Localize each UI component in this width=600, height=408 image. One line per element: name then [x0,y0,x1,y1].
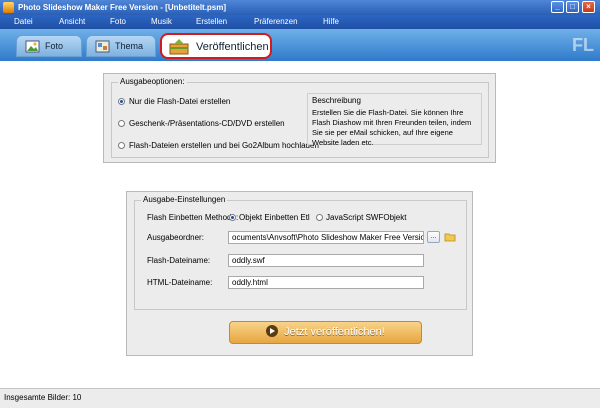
output-options-legend: Ausgabeoptionen: [118,77,187,86]
tab-strip: Foto Thema Veröffentlichen FL [0,29,600,61]
close-button[interactable]: × [582,1,595,13]
embed-swfobject-radio[interactable] [316,214,323,221]
title-bar: Photo Slideshow Maker Free Version - [Un… [0,0,600,15]
tab-foto[interactable]: Foto [16,35,82,57]
tab-label: Veröffentlichen [196,41,269,53]
total-images-status: Insgesamte Bilder: 10 [4,393,82,402]
description-box: Beschreibung Erstellen Sie die Flash-Dat… [307,93,482,147]
html-filename-input[interactable]: oddly.html [228,276,424,289]
photo-icon [25,40,40,53]
menu-praeferenzen[interactable]: Präferenzen [254,17,298,26]
flash-filename-label: Flash-Dateiname: [147,256,211,265]
embed-swfobject-label[interactable]: JavaScript SWFObjekt [326,213,406,222]
output-settings-group: Ausgabe-Einstellungen Flash Einbetten Me… [134,195,467,310]
menu-bar: Datei Ansicht Foto Musik Erstellen Präfe… [0,15,600,29]
menu-datei[interactable]: Datei [14,17,33,26]
html-filename-label: HTML-Dateiname: [147,278,213,287]
option-flash-only-label[interactable]: Nur die Flash-Datei erstellen [129,97,230,106]
embed-method-label: Flash Einbetten Methode: [147,213,239,222]
theme-icon [95,40,110,53]
tab-veroeffentlichen[interactable]: Veröffentlichen [160,33,272,59]
tab-label: Foto [45,41,64,51]
flash-filename-input[interactable]: oddly.swf [228,254,424,267]
minimize-button[interactable]: _ [551,1,564,13]
tab-thema[interactable]: Thema [86,35,156,57]
publish-now-button[interactable]: Jetzt veröffentlichen! [229,321,422,344]
description-text: Erstellen Sie die Flash-Datei. Sie könne… [312,108,472,147]
browse-button[interactable]: ... [427,231,440,243]
output-folder-input[interactable]: ocuments\Anvsoft\Photo Slideshow Maker F… [228,231,424,244]
embed-object-radio[interactable] [229,214,236,221]
status-bar: Insgesamte Bilder: 10 [0,388,600,408]
menu-erstellen[interactable]: Erstellen [196,17,227,26]
embed-object-label[interactable]: Objekt Einbetten Etl [239,213,310,222]
window-title: Photo Slideshow Maker Free Version - [Un… [18,3,227,12]
option-cd-dvd-label[interactable]: Geschenk-/Präsentations-CD/DVD erstellen [129,119,285,128]
logo-decoration: FL [572,35,594,55]
play-icon [266,325,279,338]
output-options-group: Ausgabeoptionen: Nur die Flash-Datei ers… [111,77,489,158]
menu-ansicht[interactable]: Ansicht [59,17,85,26]
option-flash-only-radio[interactable] [118,98,125,105]
description-title: Beschreibung [312,96,361,105]
menu-musik[interactable]: Musik [151,17,172,26]
menu-foto[interactable]: Foto [110,17,126,26]
publish-now-label: Jetzt veröffentlichen! [284,326,385,338]
menu-hilfe[interactable]: Hilfe [323,17,339,26]
option-go2album-radio[interactable] [118,142,125,149]
option-cd-dvd-radio[interactable] [118,120,125,127]
publish-icon [169,39,189,55]
tab-label: Thema [115,41,144,51]
output-folder-label: Ausgabeordner: [147,233,204,242]
output-settings-legend: Ausgabe-Einstellungen [141,195,228,204]
option-go2album-label[interactable]: Flash-Dateien erstellen und bei Go2Album… [129,141,319,150]
maximize-button[interactable]: □ [566,1,579,13]
app-icon [3,2,14,13]
output-options-panel: Ausgabeoptionen: Nur die Flash-Datei ers… [103,73,496,163]
folder-icon[interactable] [444,231,456,243]
